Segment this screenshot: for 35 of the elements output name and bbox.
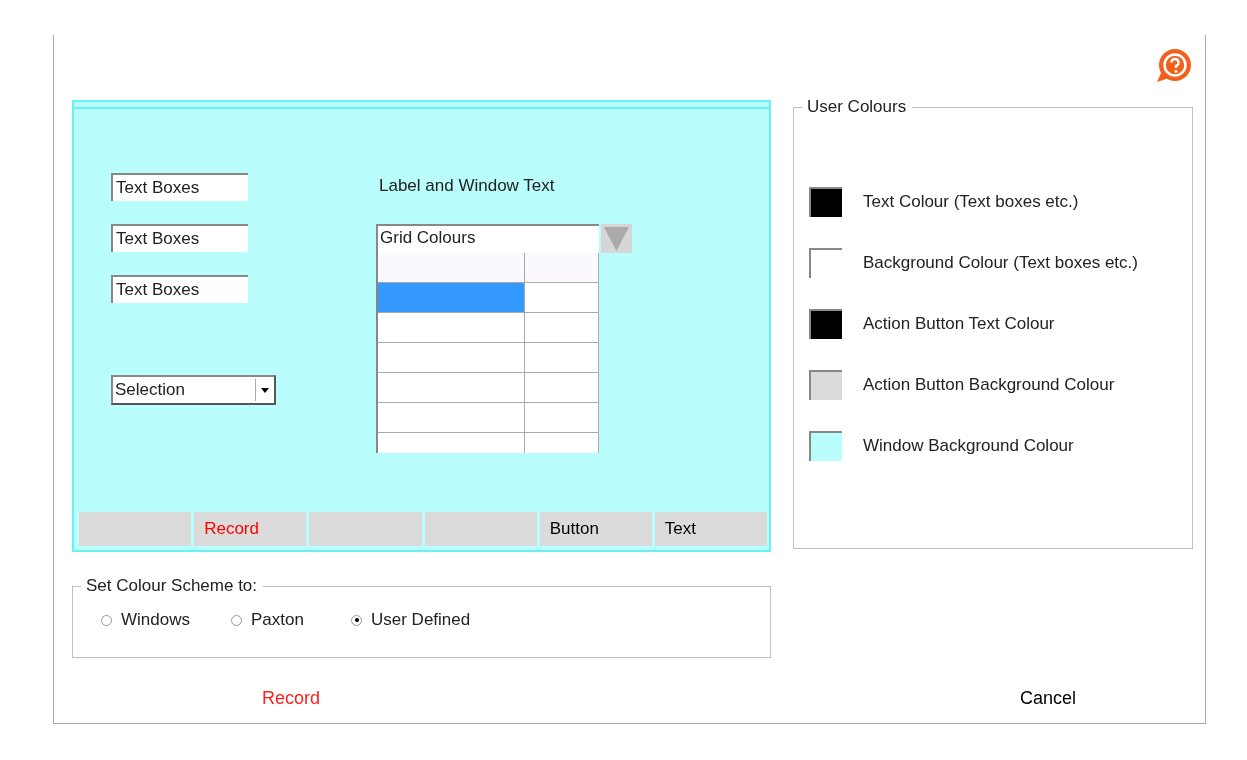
group-title: Set Colour Scheme to:	[85, 576, 259, 596]
grid-colours-field[interactable]: Grid Colours	[376, 224, 599, 253]
text-box[interactable]: Text Boxes	[111, 275, 248, 303]
radio-label: Paxton	[251, 610, 304, 630]
bar-button[interactable]	[424, 512, 537, 546]
action-button[interactable]: Record	[262, 688, 321, 709]
colour-label: Action Button Text Colour	[863, 314, 1055, 334]
radio-button[interactable]	[351, 614, 362, 626]
colour-swatch[interactable]	[809, 309, 842, 339]
group-title: User Colours	[806, 97, 908, 117]
text-box[interactable]: Text Boxes	[111, 224, 248, 252]
dropdown-button[interactable]	[601, 224, 632, 253]
colour-swatch[interactable]	[809, 431, 842, 461]
radio-label: Windows	[121, 610, 190, 630]
colour-label: Window Background Colour	[863, 436, 1074, 456]
caret-icon	[261, 387, 269, 393]
radio-button[interactable]	[101, 614, 112, 626]
bar-button[interactable]: Button	[539, 512, 652, 546]
label-text: Label and Window Text	[378, 175, 556, 197]
radio-label: User Defined	[371, 610, 471, 630]
bar-button[interactable]: Text	[654, 512, 768, 546]
selection-dropdown[interactable]: Selection	[111, 375, 276, 405]
colour-label: Action Button Background Colour	[863, 375, 1115, 395]
triangle-icon	[604, 226, 629, 251]
bar-button[interactable]	[79, 512, 192, 546]
colour-label: Text Colour (Text boxes etc.)	[863, 192, 1079, 212]
colour-swatch[interactable]	[809, 187, 842, 217]
bar-button[interactable]	[309, 512, 422, 546]
colour-swatch[interactable]	[809, 370, 842, 400]
text-box[interactable]: Text Boxes	[111, 173, 248, 201]
action-button[interactable]: Cancel	[1019, 688, 1076, 709]
help-icon[interactable]	[1155, 49, 1193, 85]
radio-button[interactable]	[231, 614, 242, 626]
grid-cell[interactable]	[378, 283, 525, 312]
colour-label: Background Colour (Text boxes etc.)	[863, 253, 1138, 273]
